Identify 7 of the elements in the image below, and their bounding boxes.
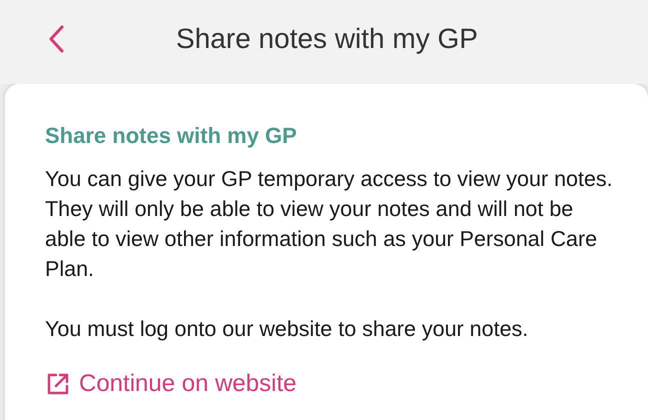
body-paragraph: You can give your GP temporary access to view your notes. They will only be able to view your notes and will not be able to view other information such as your Personal Care Plan. (45, 166, 614, 283)
screen-title: Share notes with my GP (175, 22, 478, 56)
body-paragraph: You must log onto our website to share your notes. (45, 316, 530, 343)
back-chevron-icon (48, 25, 64, 53)
continue-link[interactable]: Continue on website (45, 366, 296, 402)
external-link-icon (45, 371, 71, 397)
section-heading: Share notes with my GP (45, 122, 298, 150)
